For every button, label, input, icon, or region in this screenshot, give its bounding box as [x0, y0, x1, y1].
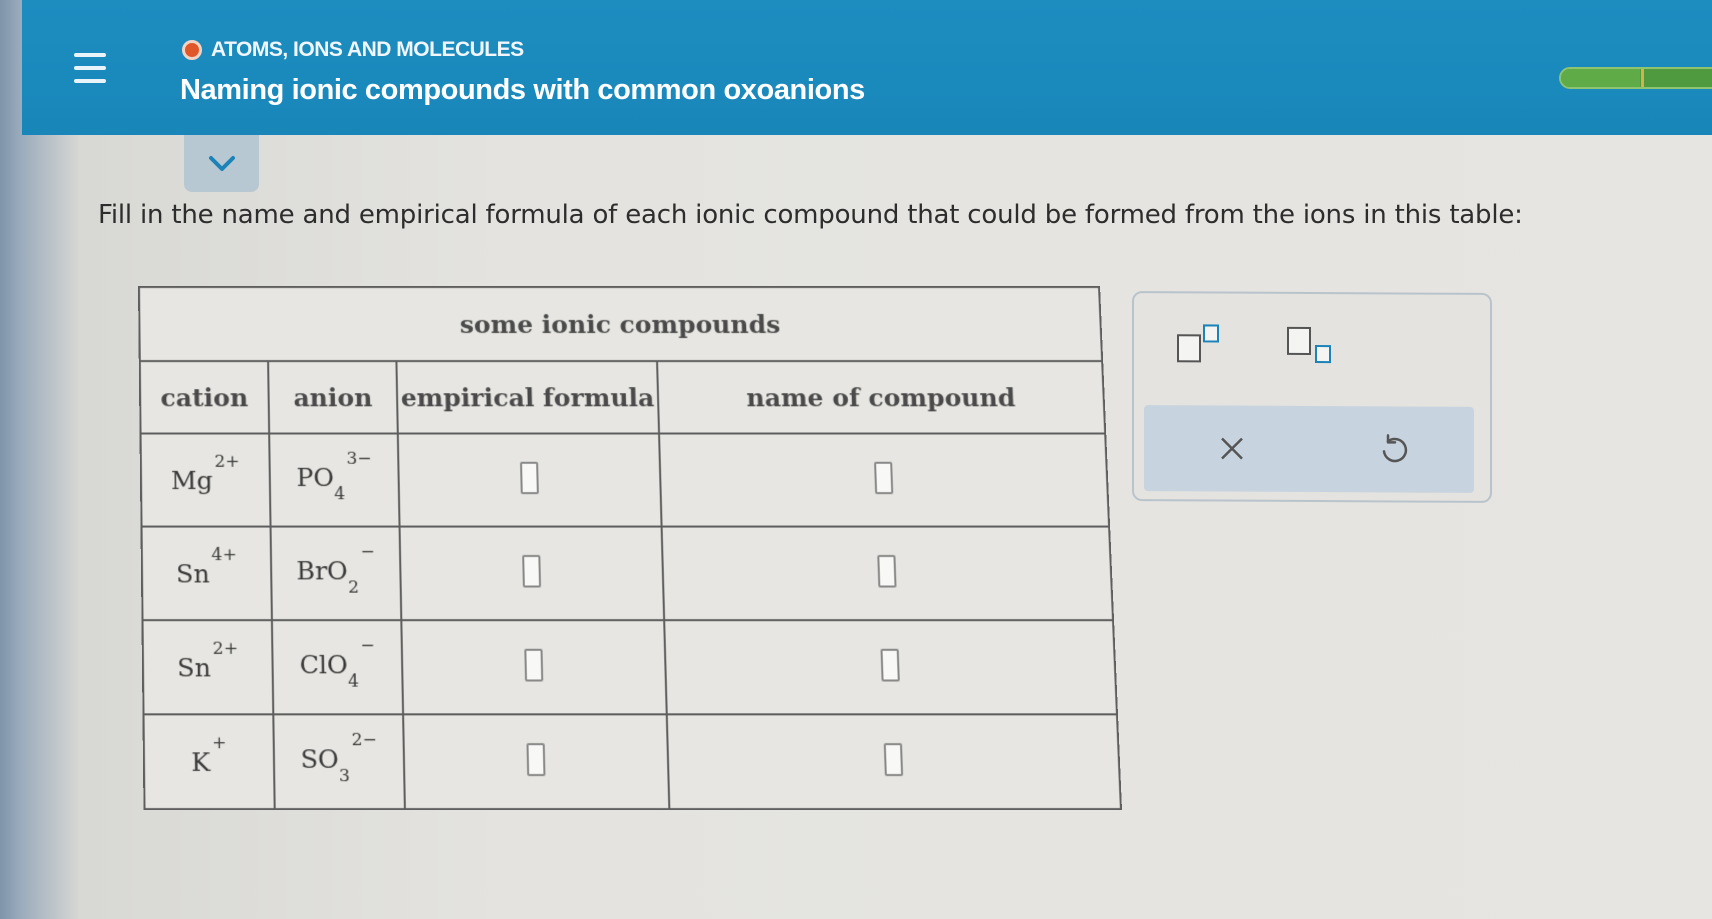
cation-symbol: K — [191, 747, 211, 778]
anion-cell: BrO2− — [270, 526, 402, 621]
compound-name-cell — [664, 620, 1117, 715]
cation-ion: K+ — [191, 733, 227, 778]
header-bar: ATOMS, IONS AND MOLECULES Naming ionic c… — [22, 0, 1712, 135]
cation-ion: Mg2+ — [170, 451, 240, 496]
superscript-button[interactable] — [1174, 321, 1224, 366]
cation-cell: K+ — [143, 714, 275, 810]
menu-icon-line — [74, 53, 106, 57]
cation-charge: 2+ — [212, 638, 239, 659]
cation-symbol: Sn — [176, 559, 210, 589]
close-icon — [1221, 437, 1243, 460]
cation-charge: 4+ — [211, 544, 237, 565]
anion-subscript: 4 — [347, 670, 360, 692]
subscript-button[interactable] — [1284, 324, 1336, 369]
compound-name-input[interactable] — [880, 648, 900, 682]
table-row: K+ SO32− — [143, 714, 1121, 810]
action-strip — [1144, 405, 1474, 493]
empirical-formula-cell — [401, 620, 667, 715]
undo-button[interactable] — [1376, 431, 1412, 467]
anion-charge: − — [360, 542, 375, 563]
anion-charge: − — [360, 635, 376, 657]
cation-cell: Mg2+ — [140, 433, 271, 527]
progress-marker — [1641, 69, 1644, 87]
topic-row: ATOMS, IONS AND MOLECULES — [182, 38, 524, 62]
anion-cell: ClO4− — [271, 620, 404, 715]
cation-ion: Sn2+ — [177, 638, 238, 683]
table-row: Mg2+ PO43− — [140, 433, 1110, 527]
compound-name-cell — [661, 526, 1114, 621]
anion-symbol: ClO — [299, 650, 349, 681]
menu-button[interactable] — [70, 48, 110, 88]
header-anion: anion — [268, 361, 398, 434]
cation-cell: Sn4+ — [141, 526, 272, 621]
collapse-toggle[interactable] — [184, 135, 259, 192]
cation-symbol: Sn — [177, 653, 212, 683]
anion-subscript: 4 — [334, 483, 346, 504]
empirical-formula-input[interactable] — [526, 743, 546, 777]
empirical-formula-cell — [399, 526, 665, 621]
empirical-formula-input[interactable] — [522, 554, 542, 588]
compound-name-input[interactable] — [883, 743, 904, 777]
screen: ATOMS, IONS AND MOLECULES Naming ionic c… — [0, 0, 1712, 919]
empirical-formula-input[interactable] — [524, 648, 544, 682]
clear-button[interactable] — [1214, 430, 1250, 466]
cation-cell: Sn2+ — [142, 620, 274, 715]
chevron-down-icon — [208, 155, 235, 171]
progress-fill — [1561, 69, 1641, 87]
table-row: Sn2+ ClO4− — [142, 620, 1117, 715]
topic-status-icon — [182, 40, 202, 60]
compound-name-input[interactable] — [877, 554, 897, 588]
progress-bar — [1559, 67, 1712, 89]
anion-charge: 2− — [351, 730, 378, 751]
anion-symbol: BrO — [296, 556, 349, 587]
subscript-icon — [1287, 326, 1331, 364]
empirical-formula-input[interactable] — [520, 461, 539, 495]
menu-icon-line — [74, 79, 106, 83]
anion-charge: 3− — [346, 448, 372, 470]
cation-symbol: Mg — [170, 465, 213, 496]
anion-ion: PO43− — [296, 449, 372, 504]
anion-symbol: SO — [300, 744, 340, 775]
anion-cell: SO32− — [273, 714, 405, 810]
header-empirical-formula: empirical formula — [396, 361, 660, 434]
lesson-title: Naming ionic compounds with common oxoan… — [180, 74, 865, 106]
anion-ion: SO32− — [300, 730, 377, 786]
compound-name-cell — [666, 714, 1121, 810]
anion-ion: BrO2− — [296, 542, 375, 597]
empirical-formula-cell — [397, 433, 662, 527]
header-name-of-compound: name of compound — [657, 361, 1106, 434]
table-row: Sn4+ BrO2− — [141, 526, 1114, 621]
cation-charge: 2+ — [214, 451, 240, 472]
anion-subscript: 3 — [338, 765, 351, 787]
undo-icon — [1382, 434, 1408, 463]
ionic-compounds-table: some ionic compounds cation anion empiri… — [138, 286, 1122, 810]
answer-tool-panel — [1132, 291, 1492, 503]
header-cation: cation — [139, 361, 270, 434]
topic-label: ATOMS, IONS AND MOLECULES — [211, 38, 524, 61]
anion-symbol: PO — [296, 463, 335, 493]
compound-name-cell — [659, 433, 1110, 527]
cation-ion: Sn4+ — [176, 545, 237, 589]
cation-charge: + — [211, 732, 227, 754]
anion-ion: ClO4− — [299, 636, 375, 692]
table-caption: some ionic compounds — [139, 286, 1103, 362]
instructions-text: Fill in the name and empirical formula o… — [98, 200, 1523, 230]
compound-name-input[interactable] — [874, 461, 894, 495]
empirical-formula-cell — [403, 714, 670, 810]
menu-icon-line — [74, 66, 106, 70]
superscript-icon — [1177, 324, 1219, 363]
anion-subscript: 2 — [347, 577, 360, 598]
anion-cell: PO43− — [269, 433, 400, 527]
